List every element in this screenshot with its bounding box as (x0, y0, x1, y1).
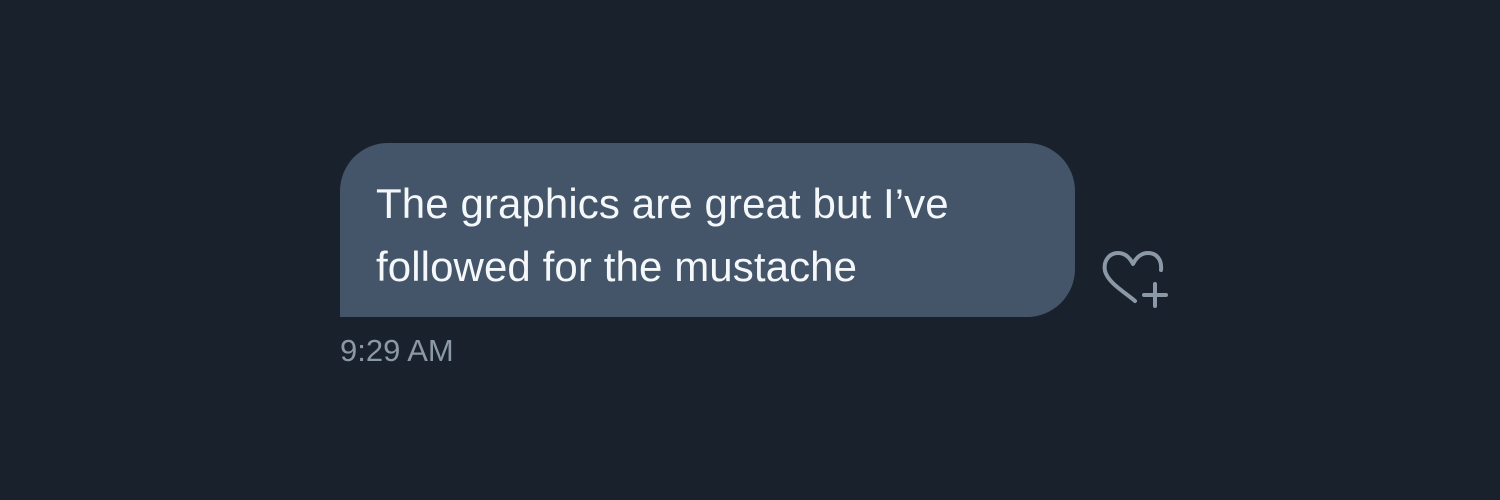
heart-plus-icon (1102, 251, 1168, 308)
message-timestamp: 9:29 AM (340, 333, 454, 368)
message-bubble[interactable]: The graphics are great but I’ve followed… (340, 143, 1075, 317)
add-reaction-button[interactable] (1098, 250, 1174, 316)
message-text: The graphics are great but I’ve followed… (376, 172, 1039, 298)
message-text-line-1: The graphics are great but I’ve (376, 180, 949, 227)
message-text-line-2: followed for the mustache (376, 243, 858, 290)
